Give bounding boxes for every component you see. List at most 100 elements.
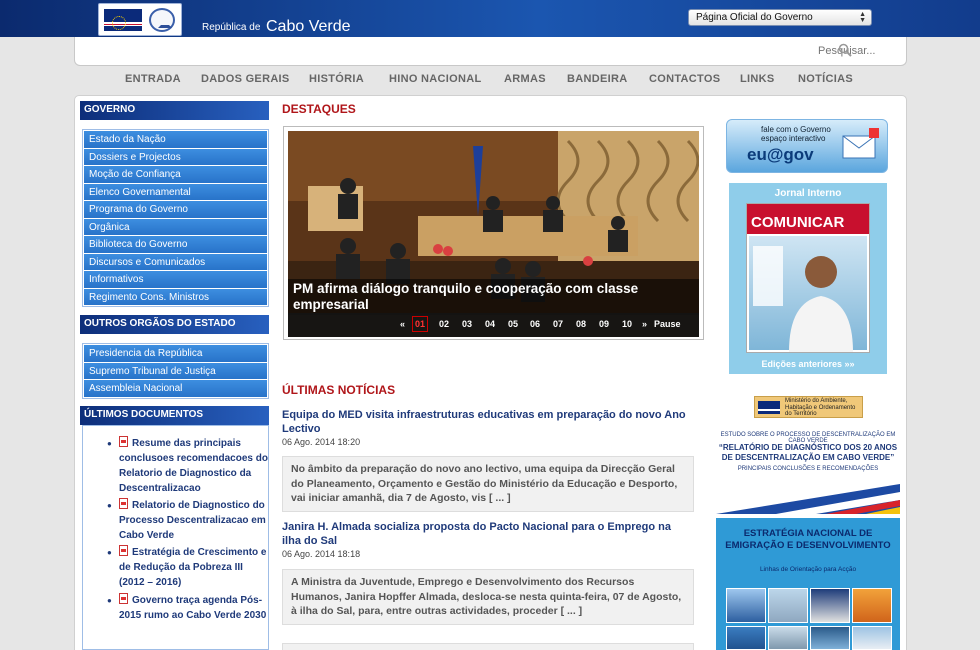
site-selector-dropdown[interactable]: Página Oficial do Governo ▲ ▼ — [688, 9, 872, 26]
nav-armas[interactable]: ARMAS — [504, 73, 546, 85]
brand-name: Cabo Verde — [266, 18, 351, 35]
news-title-link[interactable]: Equipa do MED visita infraestruturas edu… — [282, 408, 692, 436]
emigracao-strategy-banner[interactable]: ESTRATÉGIA NACIONAL DE EMIGRAÇÃO E DESEN… — [716, 518, 900, 650]
pager-prev[interactable]: « — [400, 319, 405, 329]
study-subtitle: PRINCIPAIS CONCLUSÕES E RECOMENDAÇÕES — [737, 466, 879, 472]
menu-item-estado-da-nacao[interactable]: Estado da Nação — [84, 131, 267, 148]
bullet-icon: ● — [107, 501, 112, 510]
mail-icon — [842, 128, 879, 159]
ministry-banner[interactable]: Ministério do Ambiente, Habitação e Orde… — [754, 396, 863, 418]
news-summary: A Ministra da Juventude, Emprego e Desen… — [282, 569, 694, 625]
pager-page-06[interactable]: 06 — [530, 319, 540, 329]
pager-page-02[interactable]: 02 — [439, 319, 449, 329]
slider-pager: « 01 02 03 04 05 06 07 08 09 10 » Pause — [288, 313, 699, 337]
strategy-title: ESTRATÉGIA NACIONAL DE EMIGRAÇÃO E DESEN… — [725, 528, 891, 551]
outros-orgaos-heading: OUTROS ORGÃOS DO ESTADO — [80, 315, 269, 334]
pager-page-09[interactable]: 09 — [599, 319, 609, 329]
menu-item-presidencia[interactable]: Presidencia da República — [84, 345, 267, 362]
menu-item-informativos[interactable]: Informativos — [84, 271, 267, 288]
nav-noticias[interactable]: NOTÍCIAS — [798, 73, 853, 85]
pdf-icon — [119, 436, 128, 447]
search-bar — [74, 37, 926, 66]
bullet-icon: ● — [107, 548, 112, 557]
strategy-thumb-2 — [768, 626, 808, 650]
destaques-heading: DESTAQUES — [282, 102, 356, 116]
ministry-text: Ministério do Ambiente, Habitação e Orde… — [785, 398, 856, 417]
national-emblem-logo[interactable] — [98, 3, 182, 36]
nav-hino-nacional[interactable]: HINO NACIONAL — [389, 73, 482, 85]
document-link[interactable]: ● Estratégia de Crescimento e de Redução … — [107, 545, 269, 590]
study-graphic — [716, 484, 900, 514]
search-icon[interactable] — [838, 43, 852, 57]
news-title-link[interactable]: Janira H. Almada socializa proposta do P… — [282, 520, 692, 548]
strategy-subtitle: Linhas de Orientação para Acção — [759, 566, 857, 573]
eu-gov-banner[interactable]: fale com o Governo espaço interactivo eu… — [726, 119, 888, 173]
news-date: 06 Ago. 2014 18:20 — [282, 437, 361, 447]
pager-page-05[interactable]: 05 — [508, 319, 518, 329]
egov-line-2: espaço interactivo — [761, 134, 826, 143]
government-seal-icon — [149, 8, 175, 32]
menu-item-discursos[interactable]: Discursos e Comunicados — [84, 253, 267, 270]
strategy-thumb-3 — [810, 626, 850, 650]
pdf-icon — [119, 593, 128, 604]
governo-menu: Estado da Nação Dossiers e Projectos Moç… — [82, 129, 269, 307]
document-title: Estratégia de Crescimento e de Redução d… — [119, 547, 267, 588]
nav-entrada[interactable]: ENTRADA — [125, 73, 181, 85]
ultimas-noticias-heading: ÚLTIMAS NOTÍCIAS — [282, 383, 396, 397]
pager-page-01[interactable]: 01 — [412, 316, 429, 332]
pager-page-03[interactable]: 03 — [462, 319, 472, 329]
menu-item-elenco[interactable]: Elenco Governamental — [84, 183, 267, 200]
nav-historia[interactable]: HISTÓRIA — [309, 73, 364, 85]
journal-title: Jornal Interno — [774, 188, 842, 199]
menu-item-organica[interactable]: Orgânica — [84, 218, 267, 235]
slide-caption[interactable]: PM afirma diálogo tranquilo e cooperação… — [288, 279, 699, 315]
document-link[interactable]: ● Relatorio de Diagnostico do Processo De… — [107, 498, 269, 543]
descentralizacao-study-banner[interactable]: ESTUDO SOBRE O PROCESSO DE DESCENTRALIZA… — [716, 430, 900, 514]
document-link[interactable]: ● Resume das principais conclusoes recome… — [107, 436, 269, 496]
highlights-slider: PM afirma diálogo tranquilo e cooperação… — [283, 126, 704, 340]
bullet-icon: ● — [107, 439, 112, 448]
document-title: Governo traça agenda Pós-2015 rumo ao Ca… — [119, 595, 267, 621]
nav-dados-gerais[interactable]: DADOS GERAIS — [201, 73, 290, 85]
menu-item-assembleia[interactable]: Assembleia Nacional — [84, 380, 267, 397]
site-selector-value: Página Oficial do Governo — [696, 12, 813, 23]
news-summary: No âmbito da preparação do novo ano lect… — [282, 456, 694, 512]
search-input[interactable] — [804, 43, 926, 59]
jornal-interno-banner[interactable]: Jornal Interno COMUNICAR Edições anterio… — [729, 183, 887, 374]
menu-item-dossiers[interactable]: Dossiers e Projectos — [84, 148, 267, 165]
journal-cover-photo — [749, 236, 867, 352]
ultimos-documentos-heading: ÚLTIMOS DOCUMENTOS — [80, 406, 269, 425]
strategy-thumb-airport — [726, 588, 766, 623]
egov-line-1: fale com o Governo — [761, 125, 831, 134]
menu-item-supremo-tribunal[interactable]: Supremo Tribunal de Justiça — [84, 362, 267, 379]
pager-page-08[interactable]: 08 — [576, 319, 586, 329]
pager-page-10[interactable]: 10 — [622, 319, 632, 329]
bullet-icon: ● — [107, 596, 112, 605]
document-link[interactable]: ● Governo traça agenda Pós-2015 rumo ao C… — [107, 593, 269, 623]
select-arrows-icon: ▲ ▼ — [859, 11, 866, 24]
pdf-icon — [119, 545, 128, 556]
pager-pause[interactable]: Pause — [654, 319, 681, 329]
pager-next[interactable]: » — [642, 319, 647, 329]
journal-cover-title: COMUNICAR — [751, 214, 845, 231]
strategy-thumb-4 — [852, 626, 892, 650]
strategy-thumb-globe — [810, 588, 850, 623]
news-summary-partial — [282, 643, 694, 650]
nav-contactos[interactable]: CONTACTOS — [649, 73, 720, 85]
strategy-thumb-paris — [768, 588, 808, 623]
egov-brand: eu@gov — [747, 145, 814, 164]
nav-links[interactable]: LINKS — [740, 73, 775, 85]
nav-bandeira[interactable]: BANDEIRA — [567, 73, 627, 85]
menu-item-programa[interactable]: Programa do Governo — [84, 201, 267, 218]
cabo-verde-flag-icon — [104, 9, 142, 31]
orgaos-menu: Presidencia da República Supremo Tribuna… — [82, 343, 269, 399]
study-title: “RELATÓRIO DE DIAGNÓSTICO DOS 20 ANOS DE… — [718, 443, 898, 462]
documents-list: ● Resume das principais conclusoes recome… — [82, 425, 269, 650]
pager-page-04[interactable]: 04 — [485, 319, 495, 329]
menu-item-mocao[interactable]: Moção de Confiança — [84, 166, 267, 183]
journal-previous-editions-link[interactable]: Edições anteriores »» — [729, 359, 887, 369]
menu-item-regimento[interactable]: Regimento Cons. Ministros — [84, 288, 267, 305]
pager-page-07[interactable]: 07 — [553, 319, 563, 329]
menu-item-biblioteca[interactable]: Biblioteca do Governo — [84, 236, 267, 253]
main-nav: ENTRADA DADOS GERAIS HISTÓRIA HINO NACIO… — [0, 66, 980, 94]
